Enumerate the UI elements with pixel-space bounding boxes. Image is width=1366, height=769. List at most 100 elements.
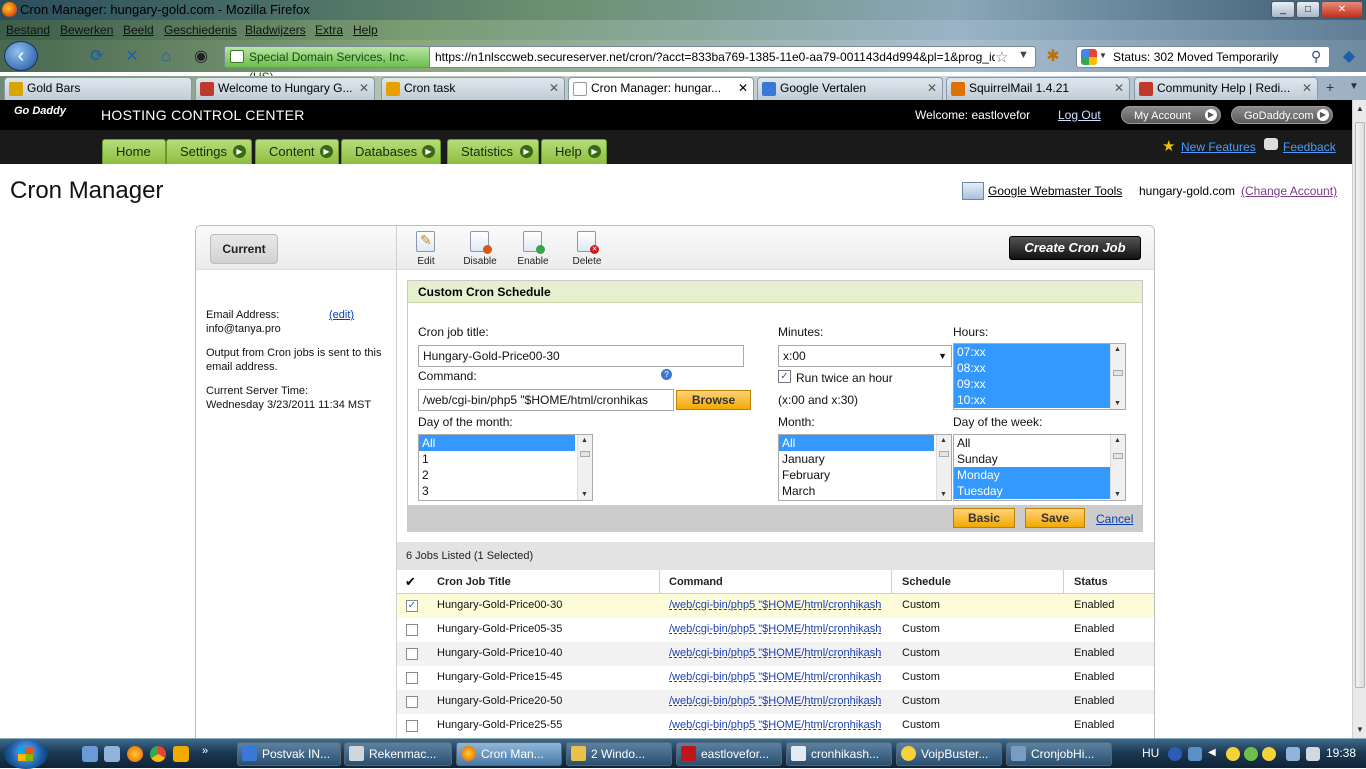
scroll-down-icon[interactable]: ▼ [1114,400,1121,407]
job-command-link[interactable]: /web/cgi-bin/php5 "$HOME/html/cronhikash [669,599,881,611]
tab-close-icon[interactable]: ✕ [1302,78,1312,99]
list-item[interactable]: Monday [954,467,1125,483]
taskbar-item[interactable]: Postvak IN... [237,742,341,766]
tab-close-icon[interactable]: ✕ [738,78,748,99]
network-icon[interactable] [1286,747,1300,761]
minutes-select[interactable]: x:00 ▼ [778,345,952,367]
list-item[interactable]: All [779,435,934,451]
list-item[interactable]: 2 [419,467,592,483]
webmaster-tools-link[interactable]: Google Webmaster Tools [988,184,1122,198]
scroll-up-icon[interactable]: ▲ [940,437,947,444]
stop-icon[interactable]: ✕ [121,46,143,68]
day-of-month-list[interactable]: All 1 2 3 ▲ ▼ [418,434,593,501]
list-scrollbar[interactable]: ▲ ▼ [1110,344,1125,409]
select-all-check-icon[interactable]: ✔ [405,574,416,590]
help-icon[interactable]: ? [661,369,672,380]
feedback-link[interactable]: Feedback [1283,140,1336,154]
scroll-down-icon[interactable]: ▼ [940,491,947,498]
list-item[interactable]: All [954,435,1125,451]
google-icon[interactable] [1081,49,1097,65]
reload-icon[interactable]: ⟳ [86,46,108,68]
close-button[interactable]: ✕ [1321,1,1363,18]
col-command[interactable]: Command [669,576,723,588]
scroll-up-icon[interactable]: ▲ [1114,346,1121,353]
godaddy-com-button[interactable]: GoDaddy.com ▶ [1231,106,1333,124]
scroll-up-icon[interactable]: ▲ [1114,437,1121,444]
hours-list[interactable]: 07:xx 08:xx 09:xx 10:xx ▲ ▼ [953,343,1126,410]
row-checkbox[interactable] [406,672,418,684]
tab-community-help[interactable]: Community Help | Redi... ✕ [1134,77,1318,100]
list-item[interactable]: 10:xx [954,392,1125,408]
tab-google-vertalen[interactable]: Google Vertalen ✕ [757,77,943,100]
list-item[interactable]: January [779,451,951,467]
scroll-down-icon[interactable]: ▼ [1356,725,1364,734]
list-item[interactable]: 09:xx [954,376,1125,392]
page-scrollbar[interactable]: ▲ ▼ [1352,100,1366,738]
quicklaunch-more-icon[interactable]: » [202,745,208,757]
taskbar-item[interactable]: cronhikash... [786,742,892,766]
row-checkbox[interactable] [406,648,418,660]
list-item[interactable]: All [419,435,575,451]
nav-settings[interactable]: Settings ▶ [166,139,252,164]
tray-icon[interactable] [1188,747,1202,761]
url-dropdown-icon[interactable]: ▼ [1018,49,1029,61]
list-item[interactable]: Tuesday [954,483,1125,499]
taskbar-item[interactable]: 2 Windo... [566,742,672,766]
job-command-link[interactable]: /web/cgi-bin/php5 "$HOME/html/cronhikash [669,647,881,659]
menu-beeld[interactable]: Beeld [123,23,154,37]
my-account-button[interactable]: My Account ▶ [1121,106,1221,124]
tab-close-icon[interactable]: ✕ [1114,78,1124,99]
command-input[interactable]: /web/cgi-bin/php5 "$HOME/html/cronhikas [418,389,674,411]
scroll-up-icon[interactable]: ▲ [1356,104,1364,113]
volume-icon[interactable] [1306,747,1320,761]
language-indicator[interactable]: HU [1142,746,1159,760]
list-item[interactable]: 1 [419,451,592,467]
job-command-link[interactable]: /web/cgi-bin/php5 "$HOME/html/cronhikash [669,695,881,707]
firefox-quicklaunch-icon[interactable] [127,746,143,762]
back-button[interactable]: ‹ [4,41,38,71]
nav-help[interactable]: Help ▶ [541,139,607,164]
search-icon[interactable]: ⚲ [1311,48,1321,65]
godaddy-logo[interactable]: Go Daddy [14,105,66,117]
search-engine-dropdown-icon[interactable]: ▼ [1099,51,1107,60]
nav-statistics[interactable]: Statistics ▶ [447,139,539,164]
tab-list-icon[interactable]: ▼ [1349,81,1359,92]
tab-cron-manager[interactable]: Cron Manager: hungar... ✕ [568,77,754,101]
list-scrollbar[interactable]: ▲ ▼ [1110,435,1125,500]
tab-cron-task[interactable]: Cron task ✕ [381,77,565,100]
job-command-link[interactable]: /web/cgi-bin/php5 "$HOME/html/cronhikash [669,623,881,635]
addon-icon[interactable]: ◉ [190,46,212,68]
media-player-icon[interactable] [173,746,189,762]
day-of-week-list[interactable]: All Sunday Monday Tuesday ▲ ▼ [953,434,1126,501]
list-item[interactable]: Sunday [954,451,1125,467]
home-icon[interactable]: ⌂ [155,46,177,68]
col-title[interactable]: Cron Job Title [437,576,511,588]
list-scrollbar[interactable]: ▲ ▼ [577,435,592,500]
search-bar[interactable]: ▼ Status: 302 Moved Temporarily ⚲ [1076,46,1330,68]
month-list[interactable]: All January February March ▲ ▼ [778,434,952,501]
scroll-up-icon[interactable]: ▲ [581,437,588,444]
tab-squirrelmail[interactable]: SquirrelMail 1.4.21 ✕ [946,77,1130,100]
scrollbar-thumb[interactable] [1355,122,1365,688]
minimize-button[interactable]: _ [1271,1,1295,18]
clock[interactable]: 19:38 [1326,746,1356,760]
tab-welcome[interactable]: Welcome to Hungary G... ✕ [195,77,375,100]
tray-app-icon[interactable] [1226,747,1240,761]
change-account-link[interactable]: (Change Account) [1241,184,1337,198]
col-status[interactable]: Status [1074,576,1108,588]
table-row[interactable]: Hungary-Gold-Price20-50 /web/cgi-bin/php… [397,690,1154,714]
menu-bladwijzers[interactable]: Bladwijzers [245,23,306,37]
extension-icon[interactable]: ◆ [1338,46,1360,68]
table-row[interactable]: ✓ Hungary-Gold-Price00-30 /web/cgi-bin/p… [397,594,1154,618]
taskbar-item[interactable]: Cron Man... [456,742,562,766]
edit-email-link[interactable]: (edit) [329,308,354,322]
site-identity-button[interactable]: Special Domain Services, Inc. (US) [225,47,430,84]
menu-extra[interactable]: Extra [315,23,343,37]
list-item[interactable]: 3 [419,483,592,499]
menu-help[interactable]: Help [353,23,378,37]
tab-close-icon[interactable]: ✕ [927,78,937,99]
tray-app-icon[interactable] [1244,747,1258,761]
show-desktop-icon[interactable] [82,746,98,762]
bookmark-star-icon[interactable]: ☆ [995,48,1008,66]
delete-button[interactable]: ✕ Delete [567,229,607,269]
